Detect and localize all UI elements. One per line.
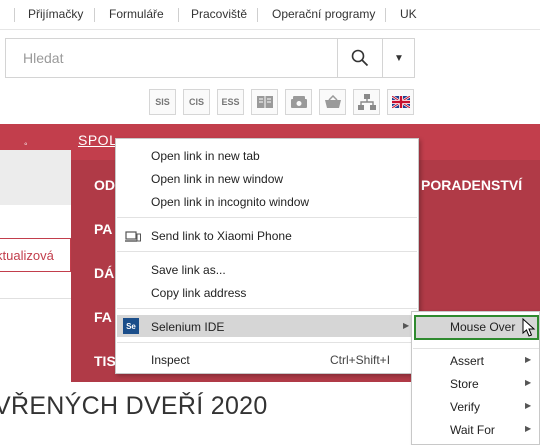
ctx-send-to-xiaomi[interactable]: Send link to Xiaomi Phone <box>151 229 292 243</box>
menu-item-od[interactable]: OD <box>94 177 115 193</box>
menu-item-fa[interactable]: FA <box>94 309 112 325</box>
left-panel: ktualizová <box>0 150 71 382</box>
phone-icon <box>290 96 307 108</box>
submenu-store[interactable]: Store <box>450 377 479 391</box>
page-heading: VŘENÝCH DVEŘÍ 2020 <box>0 392 268 420</box>
sis-button[interactable]: SIS <box>149 89 176 115</box>
ctx-save-link-as[interactable]: Save link as... <box>151 263 226 277</box>
left-panel-band <box>0 150 71 205</box>
basket-button[interactable] <box>319 89 346 115</box>
ctx-inspect[interactable]: Inspect <box>151 353 190 367</box>
menu-link-spolecnost[interactable]: SPOL <box>78 132 117 148</box>
search-input[interactable] <box>6 39 336 77</box>
submenu-arrow-icon: ▶ <box>525 378 532 387</box>
topnav-link-uk[interactable]: UK <box>400 7 417 21</box>
submenu-assert[interactable]: Assert <box>450 354 484 368</box>
ctx-copy-link-address[interactable]: Copy link address <box>151 286 246 300</box>
separator <box>178 8 179 22</box>
separator <box>257 8 258 22</box>
search-icon <box>351 49 369 67</box>
topnav-link-pracoviste[interactable]: Pracoviště <box>191 7 247 21</box>
selenium-icon: Se <box>123 318 139 334</box>
topnav-link-operacni-programy[interactable]: Operační programy <box>272 7 375 21</box>
basket-icon <box>324 95 341 108</box>
divider <box>117 251 417 252</box>
ctx-open-incognito[interactable]: Open link in incognito window <box>151 195 309 209</box>
divider <box>117 308 417 309</box>
update-button[interactable]: ktualizová <box>0 238 71 272</box>
ctx-selenium-ide[interactable]: Selenium IDE <box>151 320 224 334</box>
separator <box>94 8 95 22</box>
search-button[interactable] <box>337 39 382 77</box>
submenu-arrow-icon: ▶ <box>525 401 532 410</box>
submenu-mouse-over[interactable]: Mouse Over <box>450 320 515 334</box>
menu-item-da[interactable]: DÁ <box>94 265 114 281</box>
topnav-link-formulare[interactable]: Formuláře <box>109 7 164 21</box>
submenu-wait-for[interactable]: Wait For <box>450 423 495 437</box>
menu-item-pa[interactable]: PA <box>94 221 112 237</box>
context-menu: Open link in new tab Open link in new wi… <box>115 138 419 374</box>
topnav-link-prijimacky[interactable]: Přijímačky <box>28 7 83 21</box>
divider <box>117 342 417 343</box>
ctx-open-new-tab[interactable]: Open link in new tab <box>151 149 260 163</box>
divider <box>0 298 71 299</box>
book-icon <box>256 96 273 108</box>
submenu-arrow-icon: ▶ <box>525 355 532 364</box>
menu-item-poradenstvi[interactable]: PORADENSTVÍ <box>421 177 522 193</box>
divider <box>413 348 539 349</box>
sitemap-icon <box>357 94 376 110</box>
ctx-open-new-window[interactable]: Open link in new window <box>151 172 283 186</box>
separator <box>14 8 15 22</box>
search-box: ▼ <box>5 38 415 78</box>
submenu-verify[interactable]: Verify <box>450 400 480 414</box>
mouse-pointer-icon <box>522 317 536 343</box>
selenium-submenu: Mouse Over Assert ▶ Store ▶ Verify ▶ Wai… <box>411 311 540 445</box>
submenu-arrow-icon: ▶ <box>403 321 410 330</box>
ess-button[interactable]: ESS <box>217 89 244 115</box>
chevron-down-icon: ▼ <box>394 52 404 64</box>
language-button[interactable] <box>387 89 414 115</box>
uk-flag-icon <box>391 96 410 108</box>
menu-item-tis[interactable]: TIS <box>94 353 116 369</box>
divider <box>0 29 540 30</box>
top-navigation: Přijímačky Formuláře Pracoviště Operační… <box>0 0 540 30</box>
submenu-arrow-icon: ▶ <box>525 424 532 433</box>
ctx-inspect-shortcut: Ctrl+Shift+I <box>330 353 391 367</box>
laptop-phone-icon <box>125 230 141 248</box>
separator <box>385 8 386 22</box>
search-dropdown-button[interactable]: ▼ <box>382 39 415 77</box>
cis-button[interactable]: CIS <box>183 89 210 115</box>
book-button[interactable] <box>251 89 278 115</box>
divider <box>117 217 417 218</box>
bullet-icon: ◦ <box>24 139 28 150</box>
sitemap-button[interactable] <box>353 89 380 115</box>
phone-button[interactable] <box>285 89 312 115</box>
